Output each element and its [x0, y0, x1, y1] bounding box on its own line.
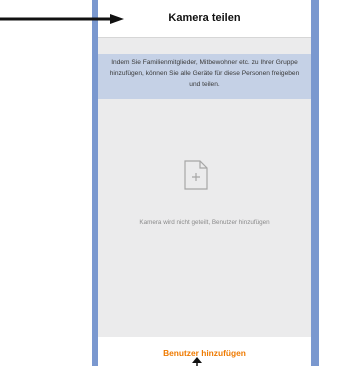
info-banner-text: Indem Sie Familienmitglieder, Mitbewohne…: [109, 59, 300, 88]
annotation-arrow-up: [192, 357, 202, 366]
annotation-arrow-right: [0, 14, 124, 24]
info-banner: Indem Sie Familienmitglieder, Mitbewohne…: [98, 54, 311, 99]
document-plus-icon: [184, 160, 208, 190]
empty-state-message: Kamera wird nicht geteilt, Benutzer hinz…: [139, 219, 270, 226]
add-user-button[interactable]: Benutzer hinzufügen: [98, 348, 311, 358]
phone-screen: Kamera teilen Indem Sie Familienmitglied…: [98, 0, 311, 366]
footer-bar: Benutzer hinzufügen: [98, 337, 311, 366]
